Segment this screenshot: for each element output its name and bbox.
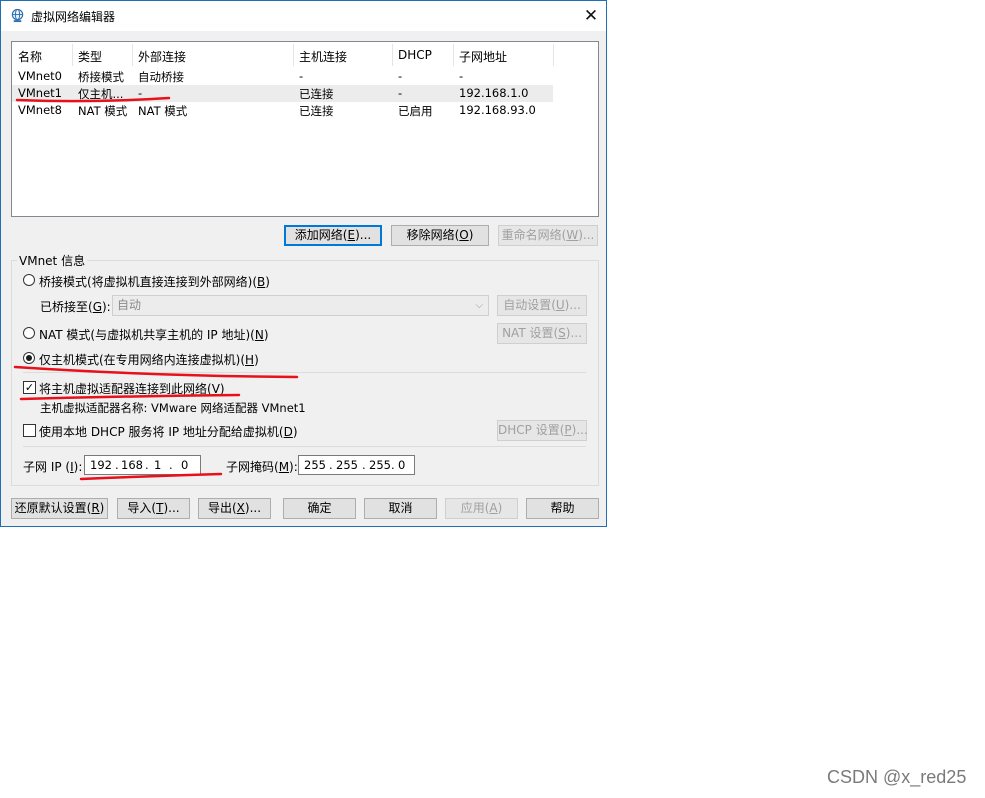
watermark: CSDN @x_red25 [827,767,967,787]
annotation-underline-connect-adapter [19,393,241,401]
annotation-underline-host-only [13,365,299,379]
annotation-underline-vmnet1 [15,96,171,103]
annotation-underline-subnet-ip [79,472,223,481]
virtual-network-editor-window: 虚拟网络编辑器 ✕ 名称 类型 外部连接 主机连接 DHCP 子网地址 VMne… [0,0,607,527]
red-annotation-marks [13,96,299,481]
